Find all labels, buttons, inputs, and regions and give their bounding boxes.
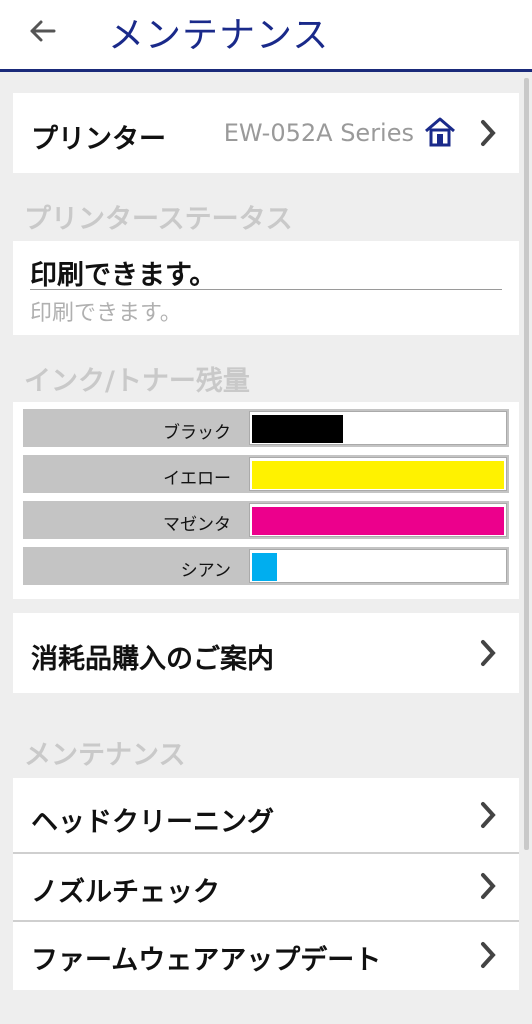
chevron-right-icon	[481, 802, 496, 828]
printer-status-card: 印刷できます。 印刷できます。	[13, 241, 519, 335]
purchase-supplies-label: 消耗品購入のご案内	[31, 644, 274, 675]
ink-row-yellow: イエロー	[23, 455, 509, 493]
ink-level-bar	[249, 411, 507, 445]
ink-level-fill	[252, 553, 277, 581]
head-cleaning-row[interactable]: ヘッドクリーニング	[13, 778, 519, 852]
app-header: メンテナンス	[0, 0, 532, 72]
ink-label: ブラック	[163, 423, 231, 443]
status-detail: 印刷できます。	[30, 301, 182, 326]
ink-level-bar	[249, 549, 507, 583]
ink-label: シアン	[180, 561, 231, 581]
purchase-supplies-row[interactable]: 消耗品購入のご案内	[13, 613, 519, 693]
nozzle-check-row[interactable]: ノズルチェック	[13, 854, 519, 920]
status-message: 印刷できます。	[30, 260, 217, 291]
firmware-update-row[interactable]: ファームウェアアップデート	[13, 922, 519, 990]
firmware-update-label: ファームウェアアップデート	[31, 945, 382, 976]
ink-label: イエロー	[163, 469, 231, 489]
chevron-right-icon	[481, 120, 496, 146]
nozzle-check-label: ノズルチェック	[31, 877, 220, 908]
ink-level-fill	[252, 507, 504, 535]
printer-status-section-label: プリンターステータス	[24, 204, 293, 235]
ink-level-fill	[252, 415, 343, 443]
page-title: メンテナンス	[108, 15, 330, 56]
chevron-right-icon	[481, 640, 496, 666]
chevron-right-icon	[481, 942, 496, 968]
ink-level-fill	[252, 461, 504, 489]
status-divider	[30, 289, 502, 290]
printer-label: プリンター	[31, 124, 166, 155]
ink-levels-card: ブラック イエロー マゼンタ シアン	[13, 402, 519, 599]
ink-row-black: ブラック	[23, 409, 509, 447]
ink-label: マゼンタ	[163, 515, 231, 535]
printer-row[interactable]: プリンター EW-052A Series	[13, 93, 519, 173]
ink-row-cyan: シアン	[23, 547, 509, 585]
head-cleaning-label: ヘッドクリーニング	[31, 807, 274, 838]
printer-name: EW-052A Series	[223, 119, 414, 147]
back-arrow-icon[interactable]	[26, 15, 58, 47]
ink-row-magenta: マゼンタ	[23, 501, 509, 539]
chevron-right-icon	[481, 873, 496, 899]
scrollbar[interactable]	[524, 78, 529, 850]
ink-section-label: インク/トナー残量	[24, 366, 250, 397]
ink-level-bar	[249, 457, 507, 491]
maintenance-section-label: メンテナンス	[24, 740, 186, 771]
ink-level-bar	[249, 503, 507, 537]
home-network-icon	[425, 117, 455, 147]
